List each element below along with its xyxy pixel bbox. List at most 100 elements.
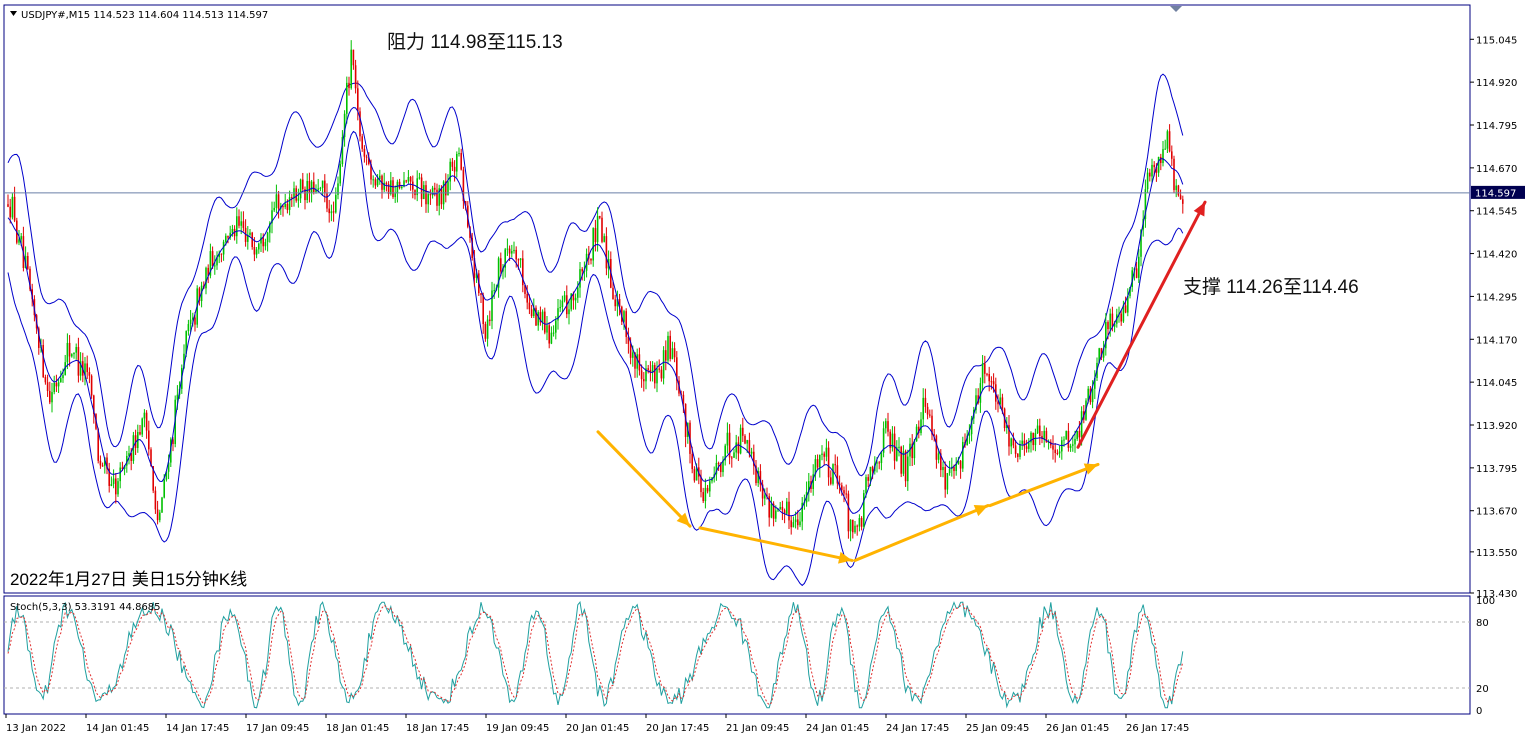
candle-body [858, 518, 861, 527]
candle-body [11, 196, 14, 218]
candle-body [156, 509, 159, 521]
candle-body [284, 203, 286, 208]
candle-body [992, 381, 995, 385]
candle-body [1168, 131, 1171, 152]
candle-body [458, 152, 460, 155]
candle-body [984, 363, 986, 374]
candle-body [339, 164, 341, 184]
candle-body [1111, 313, 1114, 327]
candle-body [396, 181, 399, 194]
candle-body [1146, 172, 1149, 190]
candle-body [489, 319, 491, 322]
candle-body [154, 490, 157, 510]
candle-body [398, 181, 401, 188]
resistance-annotation: 阻力 114.98至115.13 [387, 31, 563, 53]
support-annotation: 支撑 114.26至114.46 [1183, 276, 1359, 298]
candle-body [669, 335, 671, 359]
candle-body [352, 49, 355, 66]
candle-body [55, 382, 58, 387]
candle-body [187, 324, 190, 332]
y-tick-label: 113.550 [1476, 548, 1517, 559]
candle-body [13, 196, 16, 221]
candle-body [656, 368, 658, 384]
candle-body [885, 421, 887, 429]
candle-body [9, 206, 11, 218]
candle-body [935, 435, 938, 460]
x-tick-label: 26 Jan 17:45 [1126, 723, 1189, 734]
candle-body [288, 197, 291, 210]
candle-body [143, 412, 146, 419]
candle-body [629, 343, 632, 358]
candle-body [275, 194, 278, 208]
candle-body [392, 180, 394, 197]
candle-body [66, 342, 69, 363]
x-tick-label: 17 Jan 09:45 [246, 723, 309, 734]
candle-body [414, 189, 416, 196]
candle-body [409, 177, 412, 182]
candle-body [308, 180, 311, 193]
candle-body [62, 375, 64, 379]
candle-body [733, 452, 735, 458]
x-tick-label: 25 Jan 09:45 [966, 723, 1029, 734]
candle-body [825, 447, 828, 457]
candle-body [440, 188, 443, 205]
candle-body [869, 466, 872, 481]
candle-body [1034, 433, 1037, 446]
candle-body [742, 427, 744, 436]
chart-caption: 2022年1月27日 美日15分钟K线 [10, 570, 247, 589]
y-tick-label: 114.170 [1476, 335, 1517, 346]
candle-body [480, 293, 482, 295]
y-tick-label: 114.295 [1476, 292, 1517, 303]
candle-body [68, 342, 71, 357]
candle-body [51, 392, 53, 403]
candle-body [1017, 453, 1019, 457]
candle-body [667, 335, 669, 361]
candle-body [548, 325, 550, 344]
candle-body [493, 290, 495, 292]
candle-body [348, 82, 350, 89]
candle-body [88, 372, 91, 376]
candle-body [581, 269, 583, 272]
candle-body [625, 311, 627, 337]
candle-body [346, 82, 348, 114]
candle-body [1023, 440, 1026, 447]
candle-body [1078, 430, 1081, 438]
candle-body [920, 419, 922, 434]
candle-body [865, 477, 867, 494]
candle-body [834, 464, 836, 466]
x-tick-label: 14 Jan 17:45 [166, 723, 229, 734]
candle-body [671, 348, 674, 359]
candle-body [775, 510, 777, 519]
candle-body [907, 456, 909, 482]
candle-body [365, 156, 368, 158]
candle-body [832, 464, 834, 484]
candle-body [405, 180, 407, 182]
candle-body [324, 180, 326, 194]
candle-body [779, 506, 781, 509]
candle-body [981, 363, 984, 384]
candle-body [53, 382, 55, 393]
candle-body [647, 368, 649, 370]
candle-body [27, 255, 29, 269]
candle-body [231, 228, 234, 233]
candle-body [227, 235, 229, 238]
candle-body [550, 332, 553, 344]
candle-body [632, 352, 634, 358]
candle-body [924, 397, 927, 407]
candle-body [871, 466, 874, 472]
candle-body [563, 295, 566, 301]
y-tick-label: 114.670 [1476, 164, 1517, 175]
x-tick-label: 14 Jan 01:45 [86, 723, 149, 734]
candle-body [821, 453, 823, 455]
candle-body [660, 369, 663, 379]
candle-body [541, 311, 544, 323]
candle-body [511, 251, 513, 254]
stoch-axis-label: 80 [1476, 618, 1489, 629]
candle-body [332, 211, 335, 213]
candle-body [249, 232, 251, 235]
candle-body [49, 390, 51, 403]
candle-body [849, 519, 852, 532]
candle-body [7, 204, 9, 207]
candle-body [922, 397, 924, 420]
candle-body [546, 325, 548, 333]
